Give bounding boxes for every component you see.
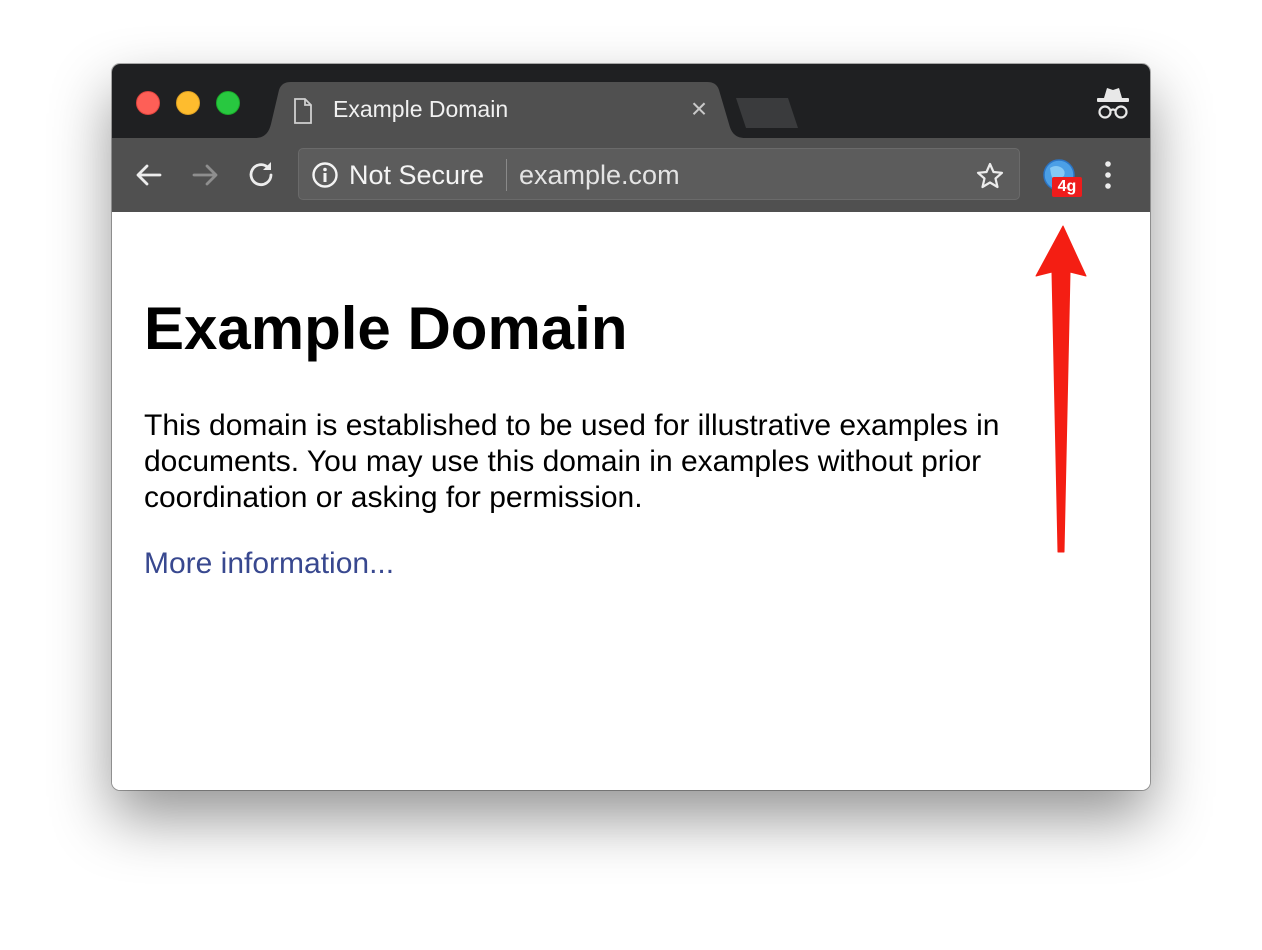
new-tab-button[interactable] (734, 98, 800, 128)
page-content: Example Domain This domain is establishe… (112, 212, 1150, 790)
browser-window: Example Domain × Not Secure example.com … (112, 64, 1150, 790)
tab-close-icon[interactable]: × (687, 95, 711, 123)
window-close-button[interactable] (136, 91, 160, 115)
annotation-arrow-icon (1035, 225, 1087, 553)
info-icon[interactable] (311, 161, 339, 189)
extension-badge: 4g (1052, 177, 1082, 197)
paragraph-line: This domain is established to be used fo… (144, 409, 1000, 442)
page-paragraph: This domain is established to be used fo… (144, 408, 1104, 516)
document-icon (294, 98, 312, 124)
page-heading: Example Domain (144, 295, 628, 362)
extension-button[interactable]: 4g (1040, 158, 1084, 198)
kebab-menu-icon[interactable] (1104, 160, 1112, 190)
window-minimize-button[interactable] (176, 91, 200, 115)
security-status-label[interactable]: Not Secure (349, 160, 484, 191)
tab-title: Example Domain (333, 96, 509, 122)
omnibox-divider (506, 159, 507, 191)
url-text[interactable]: example.com (519, 160, 680, 191)
address-bar[interactable]: Not Secure example.com (298, 148, 1020, 200)
tab-strip: Example Domain × (112, 64, 1150, 138)
tab-example-domain[interactable]: Example Domain × (255, 82, 745, 138)
back-arrow-icon[interactable] (132, 158, 166, 192)
paragraph-line: coordination or asking for permission. (144, 481, 643, 514)
toolbar: Not Secure example.com 4g (112, 138, 1150, 212)
incognito-icon (1097, 88, 1129, 119)
more-information-link[interactable]: More information... (144, 547, 394, 581)
window-maximize-button[interactable] (216, 91, 240, 115)
reload-icon[interactable] (244, 158, 278, 192)
star-icon[interactable] (975, 161, 1005, 191)
forward-arrow-icon[interactable] (188, 158, 222, 192)
paragraph-line: documents. You may use this domain in ex… (144, 445, 982, 478)
